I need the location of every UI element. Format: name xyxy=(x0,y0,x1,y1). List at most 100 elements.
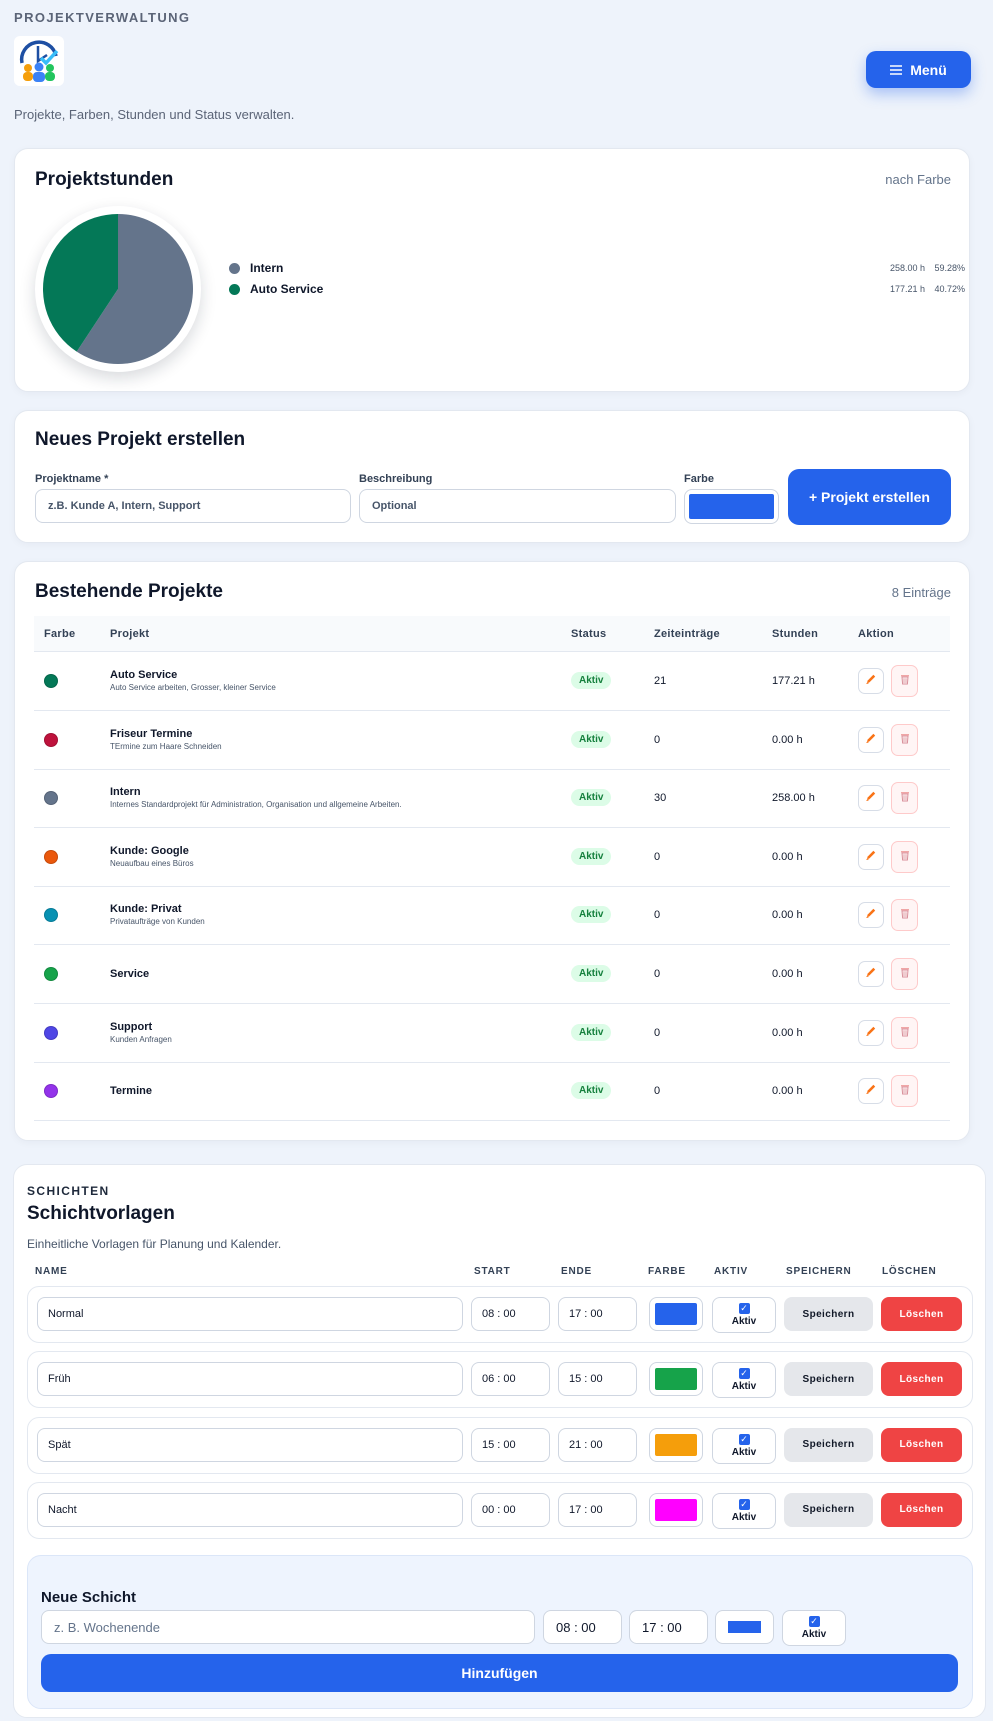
project-color-label: Farbe xyxy=(684,473,714,485)
shift-col-name: NAME xyxy=(35,1266,68,1277)
shift-color-picker[interactable] xyxy=(649,1427,703,1462)
shift-name-input[interactable] xyxy=(37,1492,463,1527)
delete-project-button[interactable] xyxy=(891,840,918,873)
table-row: Kunde: Google Neuaufbau eines Büros Aktiv 0… xyxy=(34,828,950,887)
pencil-icon xyxy=(865,965,877,983)
shift-color-picker[interactable] xyxy=(649,1297,703,1331)
legend-hours: 258.00 h xyxy=(889,263,925,273)
shift-active-toggle[interactable]: ✓ Aktiv xyxy=(712,1492,776,1529)
edit-project-button[interactable] xyxy=(858,843,884,870)
save-shift-button[interactable]: Speichern xyxy=(784,1427,873,1462)
edit-project-button[interactable] xyxy=(858,1078,884,1105)
shift-col-end: ENDE xyxy=(561,1266,592,1277)
save-shift-button[interactable]: Speichern xyxy=(784,1362,873,1397)
project-name-input[interactable] xyxy=(35,489,351,523)
shift-end-input[interactable] xyxy=(558,1297,637,1331)
shift-col-active: AKTIV xyxy=(714,1266,748,1277)
shift-start-input[interactable] xyxy=(471,1297,550,1331)
shifts-subtitle: Einheitliche Vorlagen für Planung und Ka… xyxy=(27,1237,282,1251)
edit-project-button[interactable] xyxy=(858,902,884,929)
menu-label: Menü xyxy=(910,61,947,78)
table-row: Termine Aktiv 0 0.00 h xyxy=(34,1062,950,1122)
shift-color-picker[interactable] xyxy=(649,1362,703,1397)
new-shift-name-input[interactable] xyxy=(41,1610,535,1644)
save-shift-button[interactable]: Speichern xyxy=(784,1492,873,1527)
project-color-dot xyxy=(44,791,58,806)
shift-active-toggle[interactable]: ✓ Aktiv xyxy=(712,1362,776,1399)
shift-col-color: FARBE xyxy=(648,1266,686,1277)
legend-swatch xyxy=(229,283,240,295)
shift-templates-card: SCHICHTEN Schichtvorlagen Einheitliche V… xyxy=(13,1164,986,1718)
shift-end-input[interactable] xyxy=(558,1492,637,1527)
new-shift-active-toggle[interactable]: ✓ Aktiv xyxy=(782,1610,846,1646)
trash-icon xyxy=(899,731,911,749)
trash-icon xyxy=(899,965,911,983)
shift-col-delete: LÖSCHEN xyxy=(882,1266,937,1277)
time-entries-count: 0 xyxy=(654,1026,661,1039)
delete-shift-button[interactable]: Löschen xyxy=(881,1362,962,1397)
status-badge: Aktiv xyxy=(571,906,612,924)
edit-project-button[interactable] xyxy=(858,785,884,812)
shift-active-toggle[interactable]: ✓ Aktiv xyxy=(712,1297,776,1333)
add-shift-button[interactable]: Hinzufügen xyxy=(41,1654,958,1692)
edit-project-button[interactable] xyxy=(858,668,884,694)
edit-project-button[interactable] xyxy=(858,726,884,753)
trash-icon xyxy=(899,789,911,807)
shift-color-picker[interactable] xyxy=(649,1492,703,1527)
shifts-eyebrow: SCHICHTEN xyxy=(27,1184,110,1198)
shift-end-input[interactable] xyxy=(558,1362,637,1397)
status-badge: Aktiv xyxy=(571,1082,612,1100)
shift-start-input[interactable] xyxy=(471,1492,550,1527)
new-shift-end-input[interactable] xyxy=(629,1610,708,1644)
time-entries-count: 21 xyxy=(654,675,667,687)
new-project-card: Neues Projekt erstellen Projektname * Be… xyxy=(14,410,970,543)
project-description-input[interactable] xyxy=(359,489,676,523)
shift-name-input[interactable] xyxy=(37,1427,463,1462)
delete-project-button[interactable] xyxy=(891,723,918,756)
trash-icon xyxy=(899,672,911,690)
menu-button[interactable]: Menü xyxy=(866,51,971,88)
delete-project-button[interactable] xyxy=(891,1075,918,1108)
delete-project-button[interactable] xyxy=(891,899,918,932)
delete-project-button[interactable] xyxy=(891,958,918,990)
shift-start-input[interactable] xyxy=(471,1362,550,1397)
shift-active-toggle[interactable]: ✓ Aktiv xyxy=(712,1427,776,1464)
shift-row: ✓AktivSpeichernLöschen xyxy=(27,1286,973,1343)
checkbox-checked-icon[interactable]: ✓ xyxy=(738,1303,750,1314)
delete-shift-button[interactable]: Löschen xyxy=(881,1297,962,1331)
project-color-picker[interactable] xyxy=(684,489,779,524)
pie-chart xyxy=(35,206,201,372)
time-entries-count: 0 xyxy=(654,850,661,863)
project-name-label: Projektname * xyxy=(35,473,109,485)
shift-row: ✓AktivSpeichernLöschen xyxy=(27,1351,973,1409)
table-row: Intern Internes Standardprojekt für Admin… xyxy=(34,769,950,829)
delete-project-button[interactable] xyxy=(891,782,918,815)
new-shift-start-input[interactable] xyxy=(543,1610,622,1644)
shift-name-input[interactable] xyxy=(37,1297,463,1331)
delete-project-button[interactable] xyxy=(891,1016,918,1049)
delete-shift-button[interactable]: Löschen xyxy=(881,1427,962,1462)
shift-name-input[interactable] xyxy=(37,1362,463,1397)
project-hours: 0.00 h xyxy=(772,1026,803,1039)
delete-shift-button[interactable]: Löschen xyxy=(881,1492,962,1527)
shift-col-start: START xyxy=(474,1266,511,1277)
checkbox-checked-icon[interactable]: ✓ xyxy=(738,1368,750,1380)
save-shift-button[interactable]: Speichern xyxy=(784,1297,873,1331)
checkbox-checked-icon[interactable]: ✓ xyxy=(738,1433,750,1445)
shift-start-input[interactable] xyxy=(471,1427,550,1462)
new-shift-color-picker[interactable] xyxy=(715,1610,774,1644)
delete-project-button[interactable] xyxy=(891,665,918,697)
pencil-icon xyxy=(865,1024,877,1042)
legend-label: Auto Service xyxy=(250,282,324,296)
legend-percent: 59.28% xyxy=(934,263,965,273)
legend-percent: 40.72% xyxy=(934,284,965,294)
edit-project-button[interactable] xyxy=(858,961,884,987)
table-row: Auto Service Auto Service arbeiten, Gross… xyxy=(34,652,950,711)
edit-project-button[interactable] xyxy=(858,1019,884,1046)
checkbox-checked-icon[interactable]: ✓ xyxy=(738,1498,750,1510)
shift-end-input[interactable] xyxy=(558,1427,637,1462)
checkbox-checked-icon[interactable]: ✓ xyxy=(808,1616,820,1627)
create-project-button[interactable]: + Projekt erstellen xyxy=(788,469,951,525)
trash-icon xyxy=(899,1082,911,1100)
project-name: Service xyxy=(110,968,150,980)
